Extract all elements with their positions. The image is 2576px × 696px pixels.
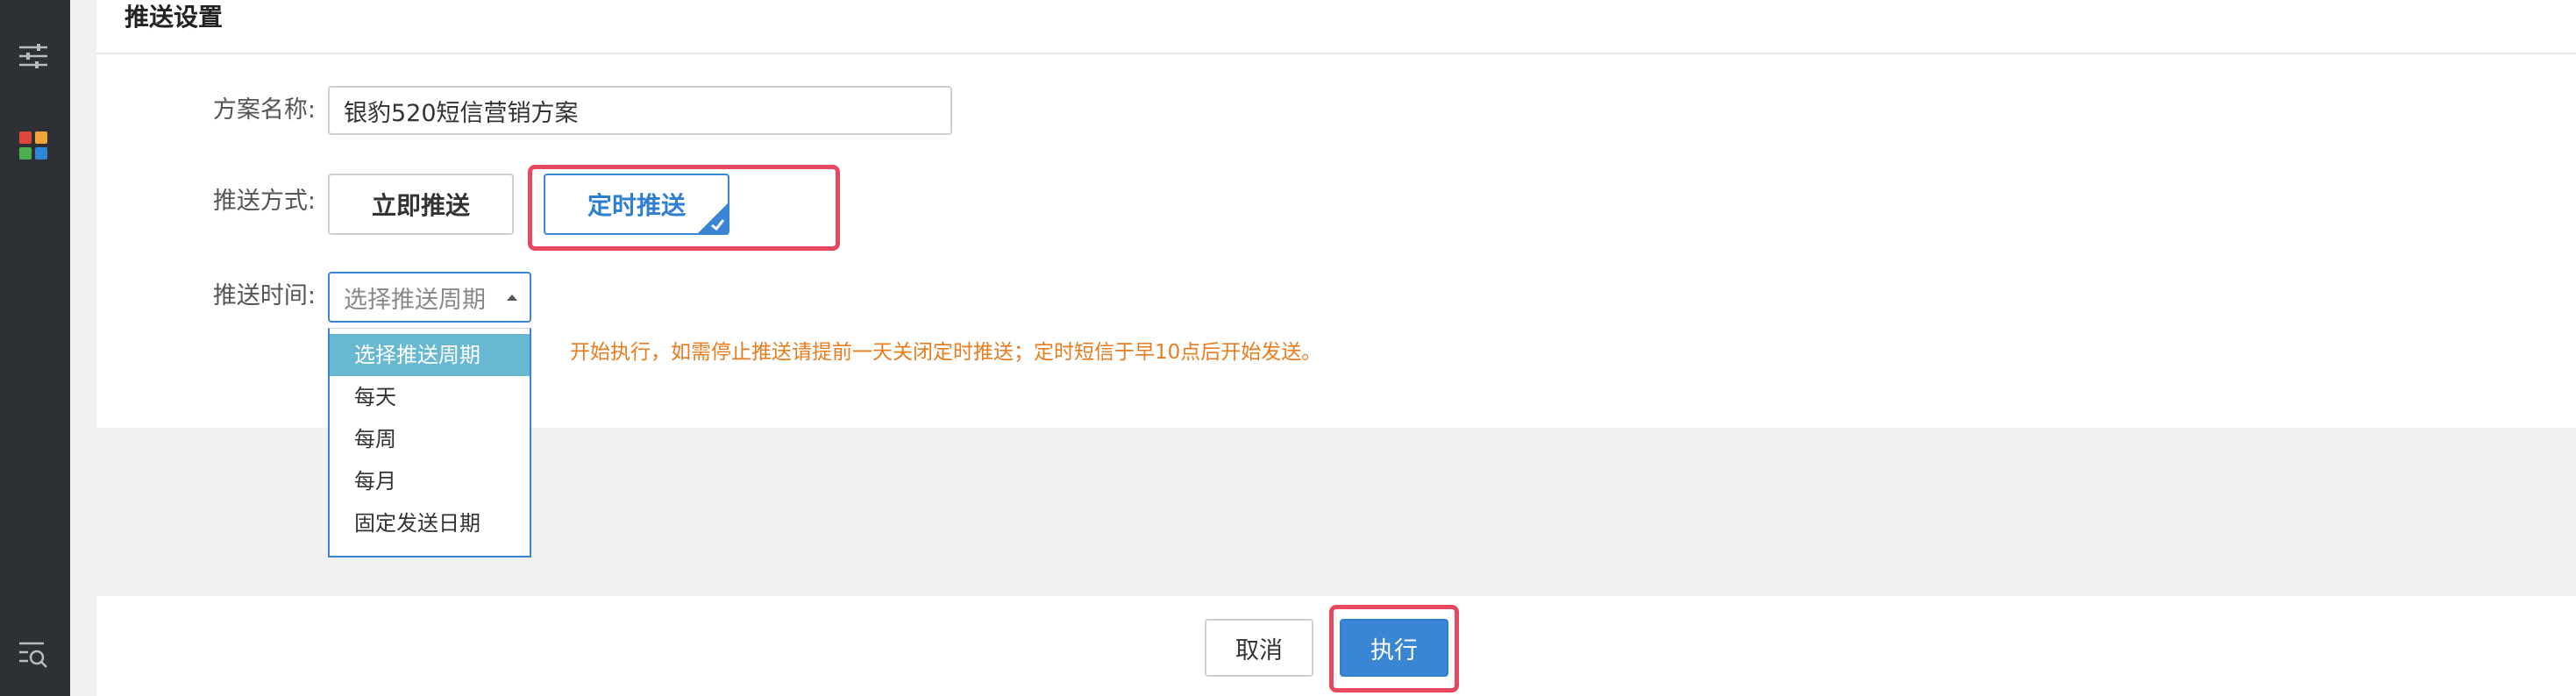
plan-name-label: 方案名称: — [212, 96, 316, 124]
push-now-button[interactable]: 立即推送 — [328, 174, 514, 235]
option-monthly[interactable]: 每月 — [330, 460, 530, 502]
push-period-select-value: 选择推送周期 — [344, 286, 486, 314]
option-select-period[interactable]: 选择推送周期 — [330, 334, 530, 376]
selected-check-icon — [698, 203, 728, 233]
apps-grid-icon[interactable] — [18, 130, 49, 161]
push-period-select[interactable]: 选择推送周期 — [328, 272, 531, 323]
panel-title: 推送设置 — [125, 3, 224, 32]
left-sidebar — [0, 0, 70, 696]
option-weekly[interactable]: 每周 — [330, 418, 530, 460]
push-period-dropdown: 选择推送周期 每天 每周 每月 固定发送日期 — [328, 328, 531, 558]
panel-header: 推送设置 — [96, 0, 2576, 54]
list-search-icon[interactable] — [18, 638, 49, 670]
option-daily[interactable]: 每天 — [330, 376, 530, 418]
push-settings-panel: 推送设置 方案名称: 推送方式: 立即推送 定时推送 推送时间: 选择推送周期 … — [96, 0, 2576, 558]
plan-name-input[interactable] — [328, 86, 952, 135]
push-mode-label: 推送方式: — [212, 188, 316, 215]
execute-button[interactable]: 执行 — [1340, 619, 1448, 677]
action-bar: 取消 执行 — [96, 596, 2576, 696]
cancel-button[interactable]: 取消 — [1205, 619, 1313, 677]
sliders-icon[interactable] — [18, 40, 49, 72]
scheduled-push-button[interactable]: 定时推送 — [544, 174, 729, 235]
scheduled-push-label: 定时推送 — [587, 191, 686, 220]
push-time-label: 推送时间: — [212, 282, 316, 309]
schedule-hint-text: 开始执行，如需停止推送请提前一天关闭定时推送；定时短信于早10点后开始发送。 — [570, 341, 1322, 364]
option-fixed-date[interactable]: 固定发送日期 — [330, 502, 530, 544]
caret-up-icon — [507, 295, 517, 301]
